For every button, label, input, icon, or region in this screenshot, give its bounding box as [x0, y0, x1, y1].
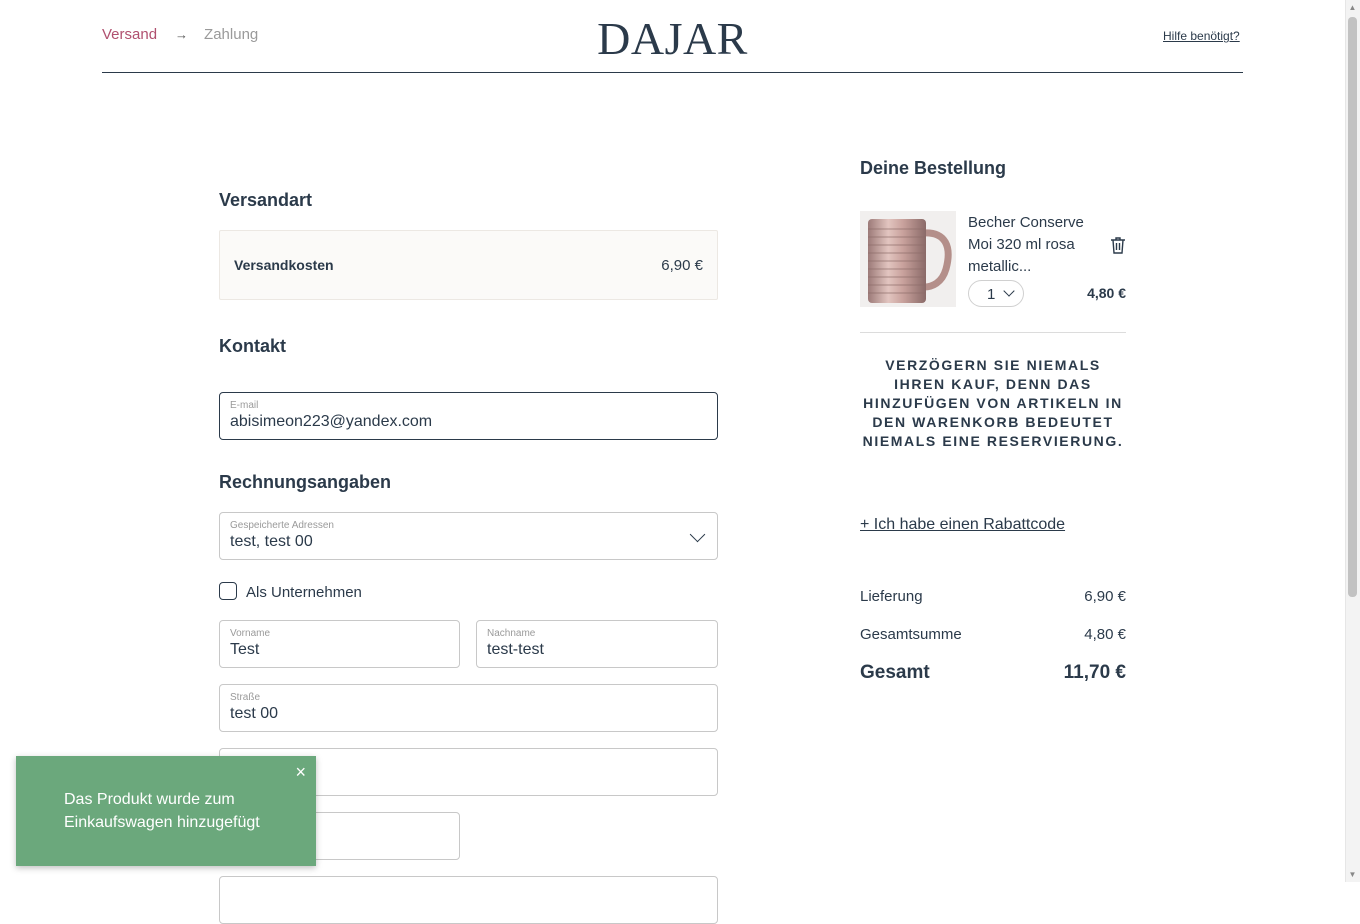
lastname-value: test-test: [487, 641, 544, 658]
saved-addresses-select[interactable]: Gespeicherte Adressen test, test 00: [219, 512, 718, 560]
shipping-title: Versandart: [219, 190, 313, 210]
quantity-value: 1: [987, 286, 996, 303]
chevron-down-icon: [1003, 285, 1015, 297]
email-label: E-mail: [230, 400, 259, 411]
delivery-label: Lieferung: [860, 588, 923, 605]
total-label: Gesamt: [860, 662, 930, 683]
help-link[interactable]: Hilfe benötigt?: [1163, 29, 1240, 43]
scroll-down-arrow-icon[interactable]: ▼: [1347, 870, 1358, 880]
subtotal-label: Gesamtsumme: [860, 626, 962, 643]
street-value: test 00: [230, 705, 279, 722]
chevron-down-icon: [689, 526, 706, 543]
reservation-notice: VERZÖGERN SIE NIEMALS IHREN KAUF, DENN D…: [862, 357, 1124, 449]
logo[interactable]: DAJAR: [0, 12, 1345, 65]
cart-toast: × Das Produkt wurde zum Einkaufswagen hi…: [16, 756, 316, 866]
saved-addresses-label: Gespeicherte Adressen: [230, 520, 334, 531]
subtotal-row: Gesamtsumme 4,80 €: [860, 626, 1126, 643]
shipping-cost-price: 6,90 €: [661, 257, 703, 274]
total-row: Gesamt 11,70 €: [860, 662, 1126, 684]
order-title: Deine Bestellung: [860, 158, 1007, 178]
discount-code-link[interactable]: + Ich habe einen Rabattcode: [860, 516, 1065, 534]
product-name[interactable]: Becher Conserve Moi 320 ml rosa metallic…: [968, 212, 1096, 278]
lastname-field[interactable]: Nachname test-test: [476, 620, 718, 668]
delivery-row: Lieferung 6,90 €: [860, 588, 1126, 605]
company-checkbox[interactable]: [219, 582, 237, 600]
subtotal-value: 4,80 €: [1084, 626, 1126, 643]
city-field[interactable]: [219, 876, 718, 924]
email-field[interactable]: E-mail abisimeon223@yandex.com: [219, 392, 718, 440]
scroll-up-arrow-icon[interactable]: ▲: [1347, 3, 1358, 13]
billing-title: Rechnungsangaben: [219, 472, 392, 492]
lastname-label: Nachname: [487, 628, 536, 639]
street-field[interactable]: Straße test 00: [219, 684, 718, 732]
item-price: 4,80 €: [1087, 285, 1126, 301]
shipping-cost-label: Versandkosten: [234, 257, 334, 273]
total-value: 11,70 €: [1063, 662, 1126, 683]
trash-icon[interactable]: [1110, 236, 1126, 254]
firstname-value: Test: [230, 641, 260, 658]
scrollbar-thumb[interactable]: [1348, 17, 1357, 597]
email-value: abisimeon223@yandex.com: [230, 413, 433, 430]
header-divider: [102, 72, 1243, 73]
mug-icon: [868, 219, 952, 303]
firstname-field[interactable]: Vorname Test: [219, 620, 460, 668]
firstname-label: Vorname: [230, 628, 271, 639]
saved-addresses-value: test, test 00: [230, 533, 313, 550]
product-image[interactable]: [860, 211, 956, 307]
close-icon[interactable]: ×: [295, 762, 306, 783]
toast-message: Das Produkt wurde zum Einkaufswagen hinz…: [64, 791, 260, 831]
delivery-value: 6,90 €: [1084, 588, 1126, 605]
street-label: Straße: [230, 692, 261, 703]
company-checkbox-label[interactable]: Als Unternehmen: [246, 584, 362, 601]
contact-title: Kontakt: [219, 336, 286, 356]
shipping-option[interactable]: Versandkosten 6,90 €: [219, 230, 718, 300]
quantity-select[interactable]: 1: [968, 280, 1024, 307]
order-divider: [860, 332, 1126, 333]
